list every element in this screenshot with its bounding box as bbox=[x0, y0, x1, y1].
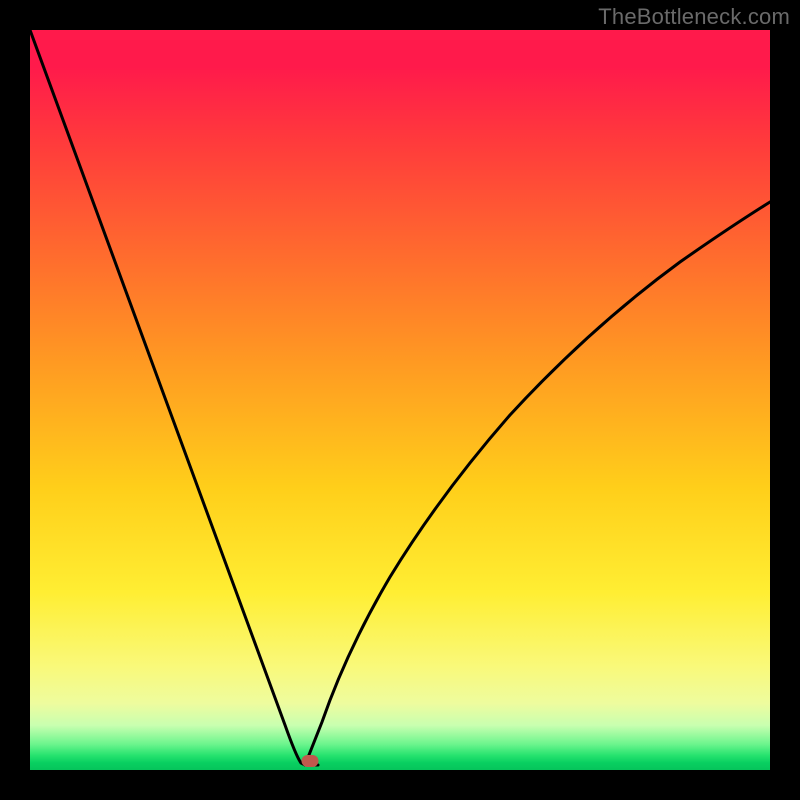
chart-frame: TheBottleneck.com bbox=[0, 0, 800, 800]
curve-left-branch bbox=[30, 30, 318, 765]
curve-right-branch bbox=[305, 202, 770, 765]
bottleneck-curve bbox=[30, 30, 770, 770]
optimal-point-marker bbox=[302, 755, 319, 767]
watermark-text: TheBottleneck.com bbox=[598, 4, 790, 30]
plot-area bbox=[30, 30, 770, 770]
